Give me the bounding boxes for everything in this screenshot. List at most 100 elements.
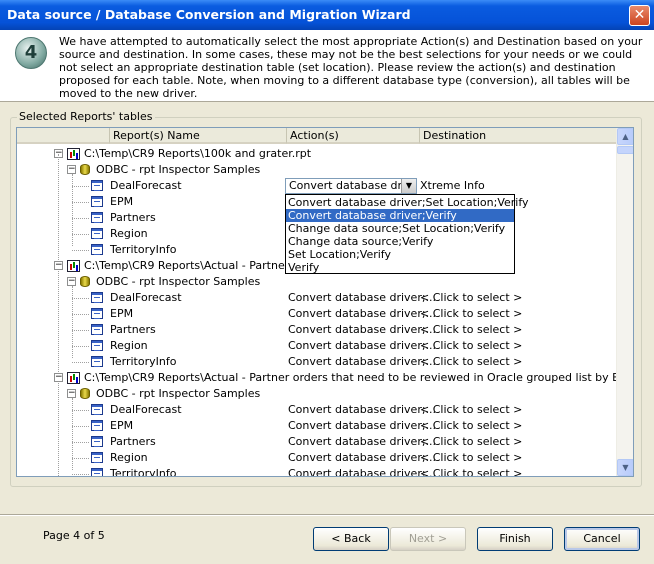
scroll-up-button[interactable]: ▲: [617, 128, 633, 145]
dropdown-option[interactable]: Change data source;Verify: [286, 235, 514, 248]
table-name[interactable]: Partners: [110, 434, 156, 450]
table-icon: [91, 324, 103, 335]
table-icon: [91, 452, 103, 463]
table-name[interactable]: Region: [110, 338, 148, 354]
tree-connector: [72, 186, 89, 187]
table-name[interactable]: Region: [110, 226, 148, 242]
action-cell[interactable]: Convert database driver;...: [288, 354, 436, 370]
tree-connector: [72, 398, 73, 470]
tree-connector: [72, 174, 73, 246]
tree-connector: [72, 442, 89, 443]
dropdown-option[interactable]: Convert database driver;Set Location;Ver…: [286, 196, 529, 209]
back-button[interactable]: < Back: [313, 527, 389, 551]
collapse-source-toggle[interactable]: −: [67, 389, 76, 398]
dropdown-option[interactable]: Verify: [286, 261, 514, 274]
destination-cell[interactable]: < Click to select >: [420, 322, 522, 338]
action-cell[interactable]: Convert database driver;...: [288, 306, 436, 322]
column-header-spacer: [17, 128, 110, 144]
data-source-name[interactable]: ODBC - rpt Inspector Samples: [96, 274, 260, 290]
destination-cell[interactable]: < Click to select >: [420, 450, 522, 466]
table-name[interactable]: Partners: [110, 210, 156, 226]
action-cell[interactable]: Convert database driver;...: [288, 402, 436, 418]
table-icon: [91, 420, 103, 431]
table-name[interactable]: EPM: [110, 306, 133, 322]
table-name[interactable]: TerritoryInfo: [110, 354, 176, 370]
action-dropdown-list[interactable]: Convert database driver;Set Location;Ver…: [285, 194, 529, 274]
dropdown-option[interactable]: Convert database driver;Verify: [286, 209, 514, 222]
tree-connector: [72, 458, 89, 459]
action-combobox[interactable]: Convert database dr... ▼: [285, 178, 417, 194]
tree-connector: [72, 410, 89, 411]
column-header-destination[interactable]: Destination: [420, 128, 618, 144]
tree-connector: [72, 234, 89, 235]
table-icon: [91, 436, 103, 447]
report-icon: [67, 148, 80, 160]
table-name[interactable]: DealForecast: [110, 178, 182, 194]
table-icon: [91, 404, 103, 415]
collapse-report-toggle[interactable]: −: [54, 373, 63, 382]
action-cell[interactable]: Convert database driver;...: [288, 450, 436, 466]
destination-cell[interactable]: < Click to select >: [420, 418, 522, 434]
cancel-button[interactable]: Cancel: [564, 527, 640, 551]
tree-connector: [72, 314, 89, 315]
action-cell[interactable]: Convert database driver;...: [288, 290, 436, 306]
destination-cell[interactable]: < Click to select >: [420, 434, 522, 450]
close-button[interactable]: ✕: [629, 5, 650, 26]
tree-connector: [72, 346, 89, 347]
collapse-report-toggle[interactable]: −: [54, 261, 63, 270]
database-icon: [80, 164, 90, 175]
table-icon: [91, 356, 103, 367]
scroll-down-button[interactable]: ▼: [617, 459, 633, 476]
next-button[interactable]: Next >: [390, 527, 466, 551]
wizard-step-icon: 4: [15, 37, 47, 69]
action-cell[interactable]: Convert database driver;...: [288, 338, 436, 354]
table-name[interactable]: DealForecast: [110, 290, 182, 306]
database-icon: [80, 388, 90, 399]
tree-connector: [72, 426, 89, 427]
chevron-down-icon[interactable]: ▼: [401, 179, 416, 193]
vertical-scrollbar[interactable]: ▲ ▼: [616, 128, 633, 476]
table-name[interactable]: DealForecast: [110, 402, 182, 418]
footer-divider: [0, 514, 654, 515]
dropdown-option[interactable]: Set Location;Verify: [286, 248, 514, 261]
table-name[interactable]: Region: [110, 450, 148, 466]
data-source-name[interactable]: ODBC - rpt Inspector Samples: [96, 162, 260, 178]
collapse-source-toggle[interactable]: −: [67, 277, 76, 286]
report-name[interactable]: C:\Temp\CR9 Reports\Actual - Partner or: [84, 258, 304, 274]
table-name[interactable]: Partners: [110, 322, 156, 338]
table-name[interactable]: EPM: [110, 194, 133, 210]
column-header-actions[interactable]: Action(s): [287, 128, 420, 144]
action-cell[interactable]: Convert database driver;...: [288, 322, 436, 338]
destination-cell[interactable]: < Click to select >: [420, 290, 522, 306]
destination-cell[interactable]: < Click to select >: [420, 306, 522, 322]
table-icon: [91, 228, 103, 239]
report-name[interactable]: C:\Temp\CR9 Reports\Actual - Partner ord…: [84, 370, 633, 386]
destination-cell[interactable]: < Click to select >: [420, 338, 522, 354]
action-cell[interactable]: Convert database driver;...: [288, 418, 436, 434]
data-source-name[interactable]: ODBC - rpt Inspector Samples: [96, 386, 260, 402]
destination-cell[interactable]: < Click to select >: [420, 466, 522, 476]
dropdown-option[interactable]: Change data source;Set Location;Verify: [286, 222, 514, 235]
tables-grid[interactable]: Report(s) Name Action(s) Destination − C:…: [16, 127, 634, 477]
report-icon: [67, 260, 80, 272]
table-name[interactable]: EPM: [110, 418, 133, 434]
tree-connector: [72, 286, 73, 358]
tree-connector: [72, 330, 89, 331]
table-icon: [91, 196, 103, 207]
table-name[interactable]: TerritoryInfo: [110, 242, 176, 258]
action-cell[interactable]: Convert database driver;...: [288, 434, 436, 450]
tree-connector: [72, 362, 89, 363]
destination-cell[interactable]: < Click to select >: [420, 402, 522, 418]
table-icon: [91, 244, 103, 255]
table-icon: [91, 292, 103, 303]
scroll-thumb[interactable]: [617, 146, 633, 154]
table-icon: [91, 468, 103, 476]
report-name[interactable]: C:\Temp\CR9 Reports\100k and grater.rpt: [84, 146, 311, 162]
action-cell[interactable]: Convert database driver;...: [288, 466, 436, 476]
table-name[interactable]: TerritoryInfo: [110, 466, 176, 476]
collapse-source-toggle[interactable]: −: [67, 165, 76, 174]
destination-cell[interactable]: Xtreme Info: [420, 178, 485, 194]
column-header-report-name[interactable]: Report(s) Name: [110, 128, 287, 144]
destination-cell[interactable]: < Click to select >: [420, 354, 522, 370]
finish-button[interactable]: Finish: [477, 527, 553, 551]
